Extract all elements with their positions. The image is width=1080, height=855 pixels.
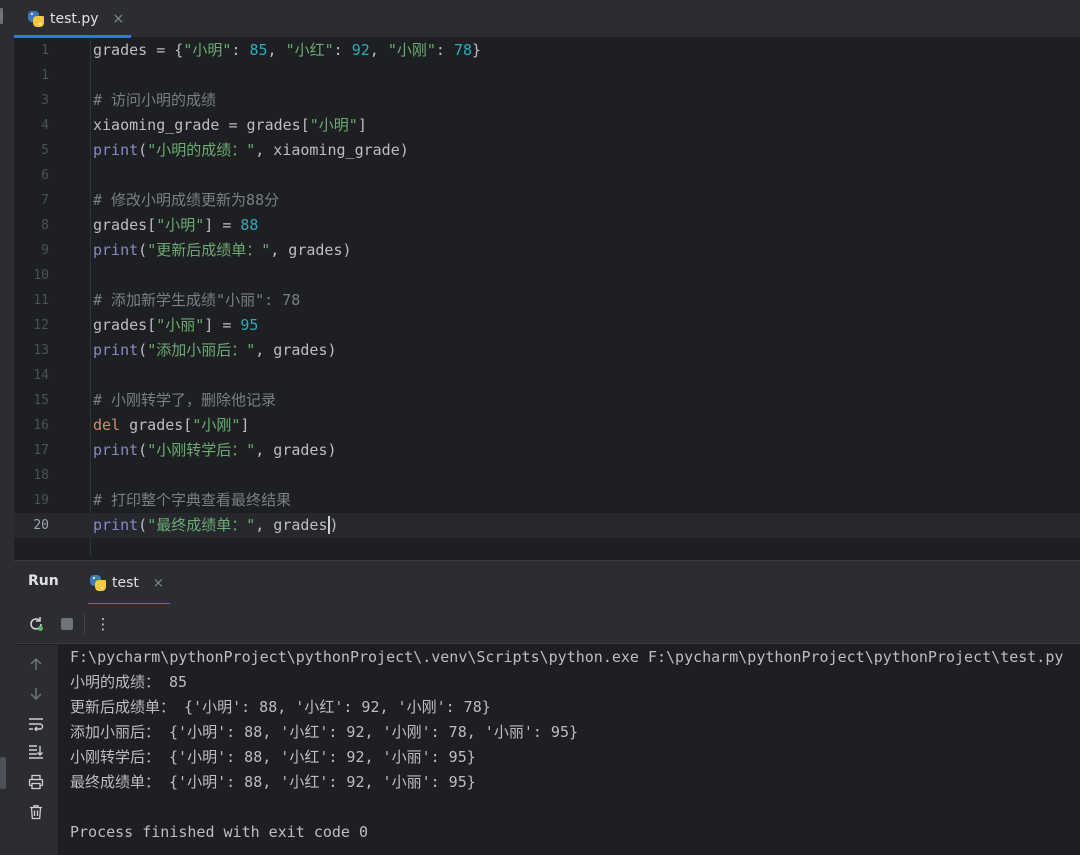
code-line-13: 13 print("添加小丽后：", grades): [14, 338, 1080, 363]
line-number: 9: [41, 243, 49, 258]
code-text: grades = {"小明": 85, "小红": 92, "小刚": 78}: [93, 41, 482, 59]
line-number: 4: [41, 118, 49, 133]
code-line-2: 1: [14, 63, 1080, 88]
trash-icon[interactable]: [25, 801, 47, 823]
console-output[interactable]: F:\pycharm\pythonProject\pythonProject\.…: [58, 645, 1080, 855]
print-icon[interactable]: [25, 771, 47, 793]
code-line-6: 6: [14, 163, 1080, 188]
code-line-3: 3 # 访问小明的成绩: [14, 88, 1080, 113]
code-line-12: 12 grades["小丽"] = 95: [14, 313, 1080, 338]
text-caret: ): [327, 516, 339, 534]
code-line-19: 19 # 打印整个字典查看最终结果: [14, 488, 1080, 513]
code-line-18: 18: [14, 463, 1080, 488]
run-tab-label: test: [112, 575, 139, 591]
code-text: print("小明的成绩：", xiaoming_grade): [93, 141, 409, 159]
code-comment: # 小刚转学了，删除他记录: [93, 391, 277, 409]
tab-file-name: test.py: [50, 11, 99, 27]
code-line-1: 1 grades = {"小明": 85, "小红": 92, "小刚": 78…: [14, 38, 1080, 63]
line-number: 1: [41, 43, 49, 58]
console-exit-status: Process finished with exit code 0: [70, 823, 369, 841]
line-number: 20: [33, 518, 49, 533]
code-line-4: 4 xiaoming_grade = grades["小明"]: [14, 113, 1080, 138]
python-icon: [28, 11, 44, 27]
editor-tab-test-py[interactable]: test.py ×: [14, 0, 131, 38]
editor-tab-bar: test.py ×: [14, 0, 1080, 38]
console-line: 小刚转学后： {'小明': 88, '小红': 92, '小丽': 95}: [70, 748, 476, 766]
console-line: 添加小丽后： {'小明': 88, '小红': 92, '小刚': 78, '小…: [70, 723, 579, 741]
arrow-up-icon[interactable]: [25, 653, 47, 675]
console-line: 更新后成绩单： {'小明': 88, '小红': 92, '小刚': 78}: [70, 698, 491, 716]
line-number: 6: [41, 168, 49, 183]
line-number: 8: [41, 218, 49, 233]
line-number: 11: [33, 293, 49, 308]
console-line: 最终成绩单： {'小明': 88, '小红': 92, '小丽': 95}: [70, 773, 476, 791]
line-number: 10: [33, 268, 49, 283]
line-number: 14: [33, 368, 49, 383]
code-text: del grades["小刚"]: [93, 416, 250, 434]
close-tab-icon[interactable]: ×: [113, 11, 125, 27]
run-panel-title: Run: [28, 573, 59, 589]
code-text: print("更新后成绩单：", grades): [93, 241, 352, 259]
line-number: 1: [41, 68, 49, 83]
code-line-20-current: 20 print("最终成绩单：", grades): [14, 513, 1080, 538]
code-line-10: 10: [14, 263, 1080, 288]
arrow-down-icon[interactable]: [25, 683, 47, 705]
code-text: grades["小丽"] = 95: [93, 316, 259, 334]
code-comment: # 修改小明成绩更新为88分: [93, 191, 280, 209]
code-line-5: 5 print("小明的成绩：", xiaoming_grade): [14, 138, 1080, 163]
line-number: 7: [41, 193, 49, 208]
console-side-toolbar: [14, 645, 58, 855]
console-command-line: F:\pycharm\pythonProject\pythonProject\.…: [70, 648, 1064, 666]
toolbar-divider: [84, 614, 85, 634]
tool-strip-marker: [0, 8, 3, 24]
line-number: 5: [41, 143, 49, 158]
code-comment: # 打印整个字典查看最终结果: [93, 491, 292, 509]
run-panel-header: Run test ×: [14, 560, 1080, 605]
code-line-7: 7 # 修改小明成绩更新为88分: [14, 188, 1080, 213]
code-comment: # 访问小明的成绩: [93, 91, 217, 109]
code-line-15: 15 # 小刚转学了，删除他记录: [14, 388, 1080, 413]
python-icon: [90, 575, 106, 591]
code-text: xiaoming_grade = grades["小明"]: [93, 116, 367, 134]
code-comment: # 添加新学生成绩"小丽": 78: [93, 291, 301, 309]
line-number: 17: [33, 443, 49, 458]
line-number: 3: [41, 93, 49, 108]
code-line-8: 8 grades["小明"] = 88: [14, 213, 1080, 238]
code-line-9: 9 print("更新后成绩单：", grades): [14, 238, 1080, 263]
code-line-11: 11 # 添加新学生成绩"小丽": 78: [14, 288, 1080, 313]
left-tool-strip: [0, 0, 14, 855]
code-line-16: 16 del grades["小刚"]: [14, 413, 1080, 438]
line-number: 19: [33, 493, 49, 508]
line-number: 16: [33, 418, 49, 433]
code-text: grades["小明"] = 88: [93, 216, 259, 234]
console-line: 小明的成绩： 85: [70, 673, 188, 691]
run-toolbar: ⋮: [14, 604, 1080, 644]
code-text: print("最终成绩单：", grades): [93, 516, 339, 534]
close-run-tab-icon[interactable]: ×: [153, 576, 164, 591]
code-text: print("添加小丽后：", grades): [93, 341, 337, 359]
line-number: 15: [33, 393, 49, 408]
stop-icon[interactable]: [56, 613, 78, 635]
line-number: 18: [33, 468, 49, 483]
code-line-14: 14: [14, 363, 1080, 388]
line-number: 12: [33, 318, 49, 333]
line-number: 13: [33, 343, 49, 358]
tool-strip-handle[interactable]: [0, 757, 6, 789]
code-editor[interactable]: 1 grades = {"小明": 85, "小红": 92, "小刚": 78…: [14, 38, 1080, 556]
rerun-icon[interactable]: [25, 613, 47, 635]
more-options-icon[interactable]: ⋮: [92, 613, 114, 635]
code-line-17: 17 print("小刚转学后：", grades): [14, 438, 1080, 463]
code-text: print("小刚转学后：", grades): [93, 441, 337, 459]
soft-wrap-icon[interactable]: [25, 713, 47, 735]
run-tab-test[interactable]: test ×: [88, 561, 170, 605]
scroll-to-end-icon[interactable]: [25, 741, 47, 763]
